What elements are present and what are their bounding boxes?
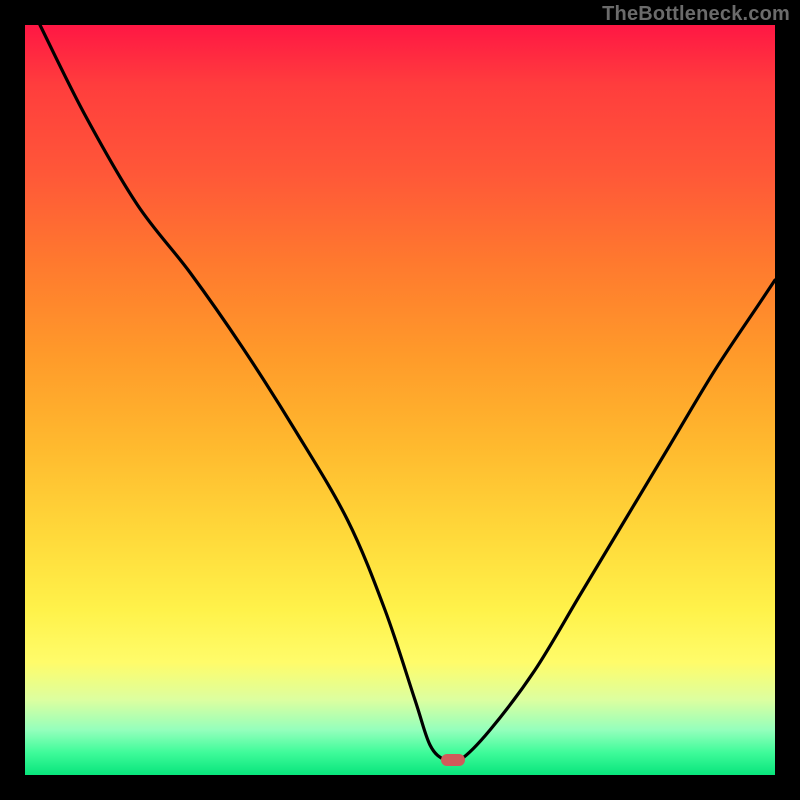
chart-container: TheBottleneck.com xyxy=(0,0,800,800)
bottleneck-curve xyxy=(25,25,775,775)
optimal-point-marker xyxy=(441,754,465,766)
plot-area xyxy=(25,25,775,775)
watermark-text: TheBottleneck.com xyxy=(602,3,790,26)
